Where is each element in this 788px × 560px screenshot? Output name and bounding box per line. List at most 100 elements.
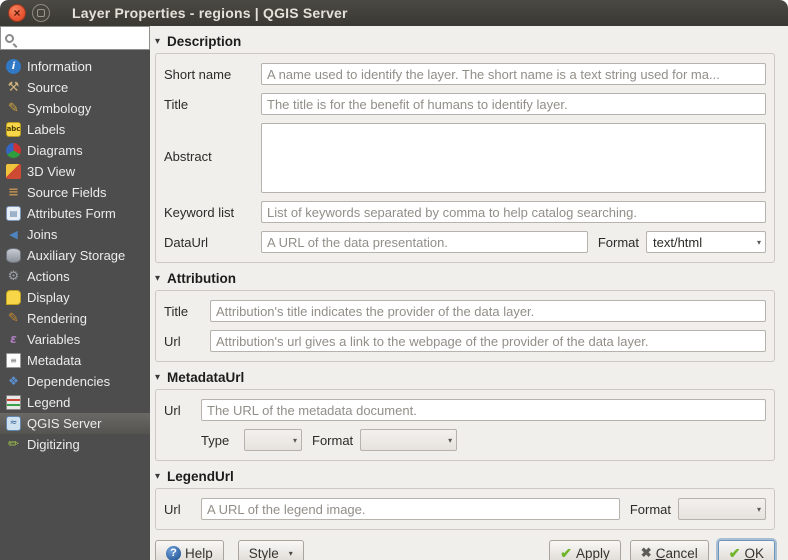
- joins-icon: ◀: [9, 228, 18, 241]
- dialog-button-bar: ? Help Style ▾ ✔ Apply ✖ Cancel ✔ OK: [155, 534, 775, 560]
- attribution-title-label: Title: [164, 303, 189, 319]
- section-title: MetadataUrl: [167, 370, 245, 385]
- legendurl-url-label: Url: [164, 501, 181, 517]
- sidebar-item-source-fields[interactable]: ≡ Source Fields: [0, 182, 150, 203]
- search-input[interactable]: [18, 31, 145, 45]
- qgis-server-icon: ≈: [6, 416, 21, 431]
- ok-button[interactable]: ✔ OK: [717, 540, 775, 560]
- source-icon: ⚒: [7, 80, 20, 95]
- display-icon: [6, 290, 21, 305]
- section-attribution: ▾ Attribution Title Url: [155, 267, 775, 362]
- digitizing-icon: ✏: [8, 437, 19, 452]
- title-input[interactable]: [261, 93, 766, 115]
- metadataurl-url-input[interactable]: [201, 399, 766, 421]
- section-title: Attribution: [167, 271, 236, 286]
- sidebar-item-digitizing[interactable]: ✏ Digitizing: [0, 434, 150, 455]
- sidebar-item-diagrams[interactable]: Diagrams: [0, 140, 150, 161]
- sidebar-item-joins[interactable]: ◀ Joins: [0, 224, 150, 245]
- sidebar-item-auxiliary-storage[interactable]: Auxiliary Storage: [0, 245, 150, 266]
- sidebar-search: [0, 26, 150, 50]
- metadataurl-format-select[interactable]: ▾: [360, 429, 458, 451]
- layer-properties-dialog: × Layer Properties - regions | QGIS Serv…: [0, 0, 788, 560]
- sidebar-item-dependencies[interactable]: ❖ Dependencies: [0, 371, 150, 392]
- sidebar-item-symbology[interactable]: ✎ Symbology: [0, 98, 150, 119]
- sidebar-item-legend[interactable]: Legend: [0, 392, 150, 413]
- help-button[interactable]: ? Help: [155, 540, 224, 560]
- sidebar-item-metadata[interactable]: ≡ Metadata: [0, 350, 150, 371]
- collapse-icon: ▾: [155, 372, 161, 383]
- close-button[interactable]: ×: [8, 4, 26, 22]
- maximize-button[interactable]: [32, 4, 50, 22]
- selected-value: text/html: [653, 234, 703, 250]
- legendurl-url-input[interactable]: [201, 498, 620, 520]
- labels-icon: abc: [6, 122, 21, 137]
- collapse-icon: ▾: [155, 36, 161, 47]
- dependencies-icon: ❖: [8, 374, 19, 388]
- section-metadataurl: ▾ MetadataUrl Url Type ▾ Format: [155, 366, 775, 461]
- chevron-down-icon: ▾: [448, 435, 453, 445]
- metadataurl-type-select[interactable]: ▾: [244, 429, 302, 451]
- cancel-button[interactable]: ✖ Cancel: [629, 540, 709, 560]
- qgis-server-page: ▾ Description Short name Title Abstract: [150, 26, 788, 560]
- abstract-textarea[interactable]: [261, 123, 766, 193]
- title-bar: × Layer Properties - regions | QGIS Serv…: [0, 0, 788, 26]
- section-legendurl: ▾ LegendUrl Url Format ▾: [155, 465, 775, 530]
- sidebar-item-3d-view[interactable]: 3D View: [0, 161, 150, 182]
- section-attribution-header[interactable]: ▾ Attribution: [155, 269, 775, 288]
- sidebar-item-attributes-form[interactable]: ▤ Attributes Form: [0, 203, 150, 224]
- help-icon: ?: [166, 545, 181, 560]
- section-title: Description: [167, 34, 242, 49]
- metadataurl-url-label: Url: [164, 402, 181, 418]
- sidebar-item-variables[interactable]: ε Variables: [0, 329, 150, 350]
- window-title: Layer Properties - regions | QGIS Server: [72, 5, 348, 21]
- chevron-down-icon: ▾: [756, 504, 761, 514]
- chevron-down-icon: ▾: [756, 237, 761, 247]
- attribution-title-input[interactable]: [210, 300, 766, 322]
- properties-nav: i Information ⚒ Source ✎ Symbology abc Label…: [0, 50, 150, 560]
- variables-icon: ε: [10, 332, 17, 346]
- diagrams-icon: [6, 143, 21, 158]
- style-button[interactable]: Style ▾: [237, 540, 304, 560]
- title-label: Title: [164, 96, 189, 112]
- apply-check-icon: ✔: [560, 544, 573, 560]
- dataurl-label: DataUrl: [164, 234, 209, 250]
- search-icon: [5, 33, 14, 43]
- abstract-label: Abstract: [164, 149, 212, 164]
- attribution-url-input[interactable]: [210, 330, 766, 352]
- collapse-icon: ▾: [155, 273, 161, 284]
- apply-button[interactable]: ✔ Apply: [549, 540, 621, 560]
- ok-check-icon: ✔: [728, 544, 741, 560]
- keyword-list-label: Keyword list: [164, 204, 235, 220]
- dataurl-input[interactable]: [261, 231, 588, 253]
- metadataurl-format-label: Format: [312, 432, 354, 448]
- section-metadataurl-header[interactable]: ▾ MetadataUrl: [155, 368, 775, 387]
- sidebar-item-rendering[interactable]: ✎ Rendering: [0, 308, 150, 329]
- dataurl-format-select[interactable]: text/html ▾: [646, 231, 766, 253]
- source-fields-icon: ≡: [8, 185, 19, 200]
- keyword-list-input[interactable]: [261, 201, 766, 223]
- section-legendurl-header[interactable]: ▾ LegendUrl: [155, 467, 775, 486]
- auxiliary-storage-icon: [6, 248, 21, 263]
- sidebar-item-labels[interactable]: abc Labels: [0, 119, 150, 140]
- sidebar-item-qgis-server[interactable]: ≈ QGIS Server: [0, 413, 150, 434]
- symbology-icon: ✎: [8, 101, 19, 116]
- sidebar-item-information[interactable]: i Information: [0, 56, 150, 77]
- attribution-url-label: Url: [164, 333, 181, 349]
- dataurl-format-label: Format: [597, 234, 639, 250]
- legendurl-format-label: Format: [629, 501, 671, 517]
- maximize-icon: [37, 9, 45, 17]
- sidebar-item-source[interactable]: ⚒ Source: [0, 77, 150, 98]
- short-name-label: Short name: [164, 66, 232, 82]
- section-description: ▾ Description Short name Title Abstract: [155, 30, 775, 263]
- short-name-input[interactable]: [261, 63, 766, 85]
- cancel-x-icon: ✖: [640, 545, 652, 560]
- section-title: LegendUrl: [167, 469, 234, 484]
- section-description-header[interactable]: ▾ Description: [155, 32, 775, 51]
- legend-icon: [6, 395, 21, 410]
- legendurl-format-select[interactable]: ▾: [678, 498, 766, 520]
- sidebar-item-display[interactable]: Display: [0, 287, 150, 308]
- chevron-down-icon: ▾: [292, 435, 297, 445]
- collapse-icon: ▾: [155, 471, 161, 482]
- sidebar-item-actions[interactable]: ⚙ Actions: [0, 266, 150, 287]
- actions-icon: ⚙: [7, 269, 20, 284]
